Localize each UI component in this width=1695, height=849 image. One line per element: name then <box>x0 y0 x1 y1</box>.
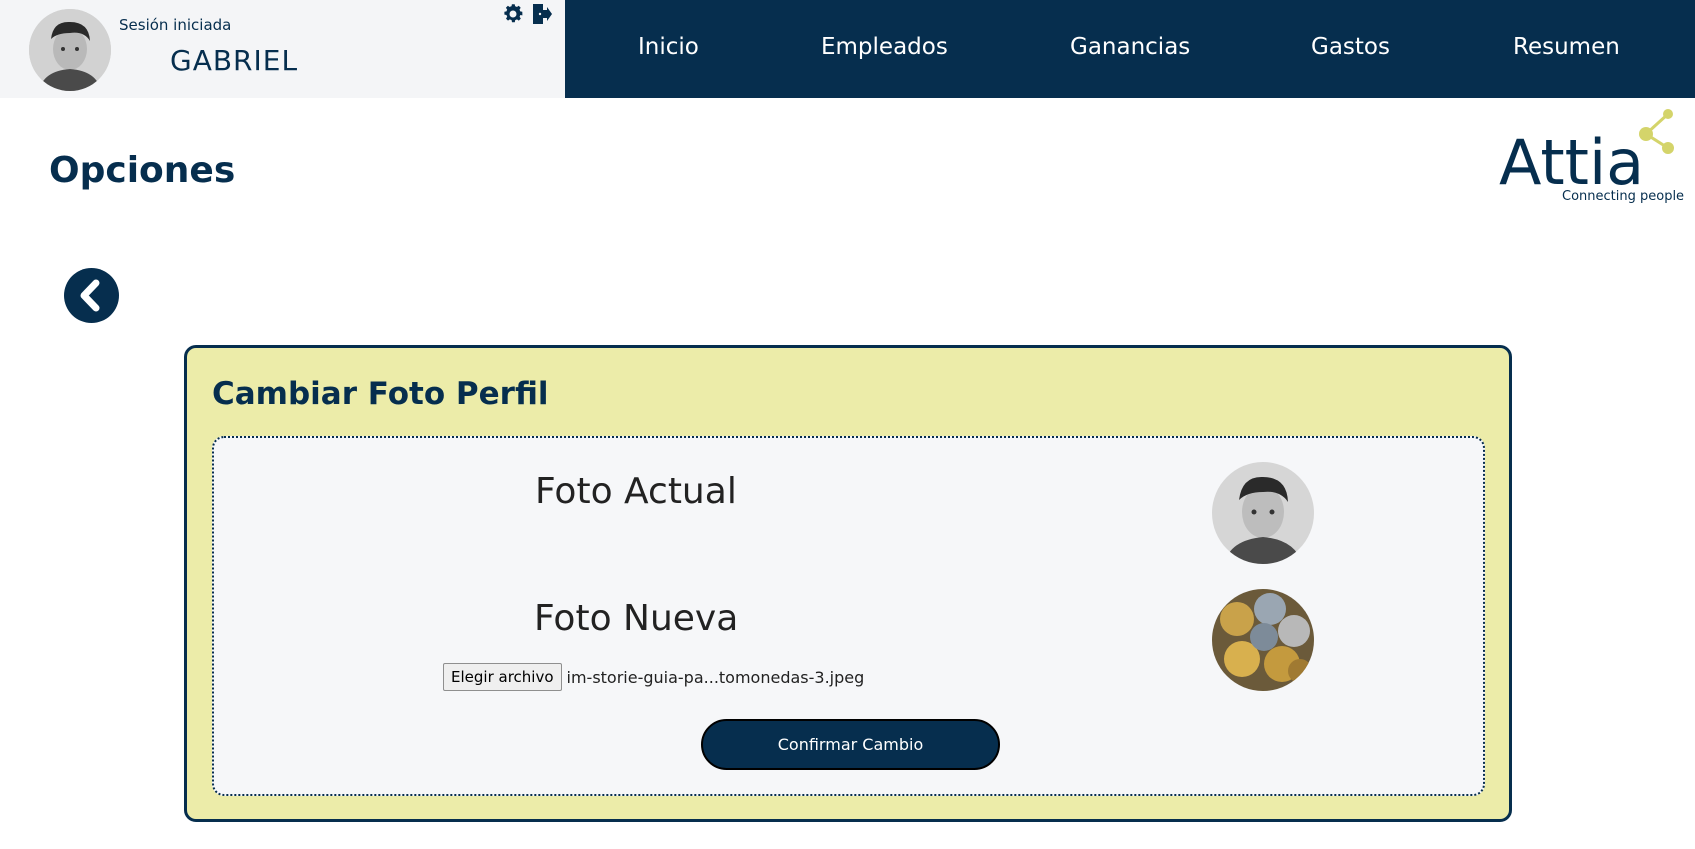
logout-icon[interactable] <box>530 2 554 26</box>
new-photo-preview <box>1212 589 1314 691</box>
current-photo-label: Foto Actual <box>535 471 737 512</box>
page-title: Opciones <box>49 150 236 191</box>
user-name: GABRIEL <box>170 44 299 77</box>
user-panel: Sesión iniciada GABRIEL <box>0 0 565 98</box>
nav-item-inicio[interactable]: Inicio <box>638 34 699 60</box>
confirm-change-button[interactable]: Confirmar Cambio <box>701 719 1000 770</box>
photo-form: Foto Actual Foto Nueva Elegir archivo im… <box>212 436 1485 796</box>
top-header: Sesión iniciada GABRIEL Inicio Empleados… <box>0 0 1695 98</box>
nav-item-resumen[interactable]: Resumen <box>1513 34 1620 60</box>
nav-item-empleados[interactable]: Empleados <box>821 34 948 60</box>
chevron-left-icon <box>80 279 100 312</box>
selected-file-name: im-storie-guia-pa...tomonedas-3.jpeg <box>566 667 865 687</box>
card-title: Cambiar Foto Perfil <box>212 376 549 412</box>
choose-file-button[interactable]: Elegir archivo <box>443 663 562 691</box>
new-photo-label: Foto Nueva <box>534 598 739 639</box>
avatar <box>29 9 111 91</box>
logo-tagline: Connecting people <box>1562 189 1684 204</box>
logo: Attia Connecting people <box>1496 108 1691 204</box>
back-button[interactable] <box>64 268 119 323</box>
file-picker-row: Elegir archivo im-storie-guia-pa...tomon… <box>443 663 864 691</box>
current-photo <box>1212 462 1314 564</box>
main-nav: Inicio Empleados Ganancias Gastos Resume… <box>565 0 1695 98</box>
change-photo-card: Cambiar Foto Perfil Foto Actual Foto Nue… <box>184 345 1512 822</box>
session-label: Sesión iniciada <box>119 16 232 34</box>
nav-item-gastos[interactable]: Gastos <box>1311 34 1390 60</box>
nav-item-ganancias[interactable]: Ganancias <box>1070 34 1190 60</box>
gear-icon[interactable] <box>501 2 525 26</box>
